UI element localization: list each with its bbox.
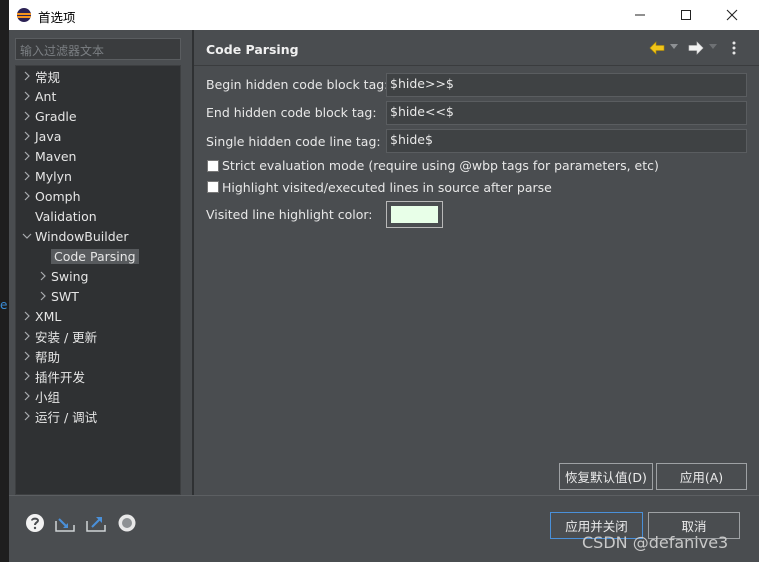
tree-item-gradle[interactable]: Gradle xyxy=(20,106,77,126)
chevron-right-icon[interactable] xyxy=(20,386,34,406)
chevron-right-icon[interactable] xyxy=(20,406,34,426)
chevron-right-icon[interactable] xyxy=(20,326,34,346)
oomph-recorder-icon[interactable] xyxy=(117,513,137,533)
tree-item-label: Swing xyxy=(51,268,89,284)
close-button[interactable] xyxy=(709,0,755,30)
apply-button[interactable]: 应用(A) xyxy=(656,463,747,490)
tree-item-label: Gradle xyxy=(35,108,77,124)
background-window-fragment: e xyxy=(0,298,8,312)
highlight-color-button[interactable] xyxy=(386,201,443,228)
apply-label: 应用(A) xyxy=(679,470,724,485)
chevron-right-icon[interactable] xyxy=(20,306,34,326)
tree-item-label: Oomph xyxy=(35,188,81,204)
chevron-right-icon[interactable] xyxy=(20,86,34,106)
watermark: CSDN @defanive3 xyxy=(582,533,729,552)
tree-item-windowbuilder[interactable]: WindowBuilder xyxy=(20,226,129,246)
strict-mode-checkbox[interactable] xyxy=(207,160,219,172)
back-history-dropdown-icon[interactable] xyxy=(670,44,678,50)
strict-mode-label[interactable]: Strict evaluation mode (require using @w… xyxy=(222,158,659,173)
chevron-right-icon[interactable] xyxy=(36,286,50,306)
tree-item-label: 安装 / 更新 xyxy=(35,329,98,345)
preferences-window: 首选项 输入过滤器文本 常规 Ant Gradle Java Maven Myl… xyxy=(9,0,759,562)
help-icon[interactable] xyxy=(25,513,45,533)
tree-item-team[interactable]: 小组 xyxy=(20,386,60,406)
tree-item-swt[interactable]: SWT xyxy=(36,286,79,306)
tree-item-label: Validation xyxy=(35,208,97,224)
preferences-tree: 常规 Ant Gradle Java Maven Mylyn Oomph Val… xyxy=(15,65,181,495)
chevron-right-icon[interactable] xyxy=(20,186,34,206)
highlight-visited-checkbox[interactable] xyxy=(207,181,219,193)
maximize-button[interactable] xyxy=(663,0,709,30)
tree-item-swing[interactable]: Swing xyxy=(36,266,89,286)
tree-item-java[interactable]: Java xyxy=(20,126,61,146)
restore-defaults-button[interactable]: 恢复默认值(D) xyxy=(559,463,653,490)
tree-item-label: 插件开发 xyxy=(35,369,86,385)
export-icon[interactable] xyxy=(85,513,107,533)
tree-item-label: 运行 / 调试 xyxy=(35,409,98,425)
chevron-right-icon[interactable] xyxy=(20,366,34,386)
filter-input[interactable]: 输入过滤器文本 xyxy=(15,38,181,60)
import-icon[interactable] xyxy=(54,513,76,533)
tree-item-mylyn[interactable]: Mylyn xyxy=(20,166,72,186)
tree-item-label: 常规 xyxy=(35,69,61,85)
page-title: Code Parsing xyxy=(206,42,299,57)
preference-page: Code Parsing Begin hidden code block tag… xyxy=(192,30,759,495)
tree-item-label: WindowBuilder xyxy=(35,228,129,244)
chevron-right-icon[interactable] xyxy=(20,346,34,366)
minimize-icon xyxy=(635,14,645,16)
chevron-right-icon[interactable] xyxy=(36,266,50,286)
end-tag-field[interactable]: $hide<<$ xyxy=(386,101,747,125)
tree-item-oomph[interactable]: Oomph xyxy=(20,186,81,206)
color-swatch xyxy=(391,206,438,223)
title-bar: 首选项 xyxy=(9,0,759,30)
begin-tag-label: Begin hidden code block tag: xyxy=(206,77,389,92)
tree-item-ant[interactable]: Ant xyxy=(20,86,56,106)
view-menu-icon[interactable] xyxy=(732,40,736,56)
chevron-right-icon[interactable] xyxy=(20,66,34,86)
header-separator xyxy=(194,65,759,66)
eclipse-icon xyxy=(17,8,31,22)
tree-item-label: Maven xyxy=(35,148,77,164)
forward-arrow-icon[interactable] xyxy=(688,41,704,55)
chevron-right-icon[interactable] xyxy=(20,146,34,166)
minimize-button[interactable] xyxy=(617,0,663,30)
tree-item-label: Java xyxy=(35,128,62,144)
tree-item-plugin-dev[interactable]: 插件开发 xyxy=(20,366,85,386)
tree-item-label: XML xyxy=(35,308,62,324)
end-tag-label: End hidden code block tag: xyxy=(206,105,377,120)
highlight-visited-label[interactable]: Highlight visited/executed lines in sour… xyxy=(222,180,552,195)
forward-history-dropdown-icon[interactable] xyxy=(709,44,717,50)
tree-item-code-parsing[interactable]: Code Parsing xyxy=(51,246,139,266)
tree-item-label: 帮助 xyxy=(35,349,61,365)
tree-item-label: 小组 xyxy=(35,389,61,405)
maximize-icon xyxy=(681,10,691,20)
chevron-down-icon[interactable] xyxy=(20,226,34,246)
restore-defaults-label: 恢复默认值(D) xyxy=(565,470,647,485)
chevron-right-icon[interactable] xyxy=(20,166,34,186)
tree-item-label: Ant xyxy=(35,88,57,104)
single-tag-field[interactable]: $hide$ xyxy=(386,129,747,153)
tree-item-run-debug[interactable]: 运行 / 调试 xyxy=(20,406,97,426)
highlight-color-label: Visited line highlight color: xyxy=(206,207,373,222)
chevron-right-icon[interactable] xyxy=(20,126,34,146)
back-arrow-icon[interactable] xyxy=(649,41,665,55)
single-tag-label: Single hidden code line tag: xyxy=(206,134,381,149)
tree-item-xml[interactable]: XML xyxy=(20,306,61,326)
tree-item-maven[interactable]: Maven xyxy=(20,146,76,166)
tree-item-install-update[interactable]: 安装 / 更新 xyxy=(20,326,97,346)
tree-item-label: Mylyn xyxy=(35,168,72,184)
tree-item-validation[interactable]: Validation xyxy=(35,206,97,226)
tree-item-general[interactable]: 常规 xyxy=(20,66,60,86)
chevron-right-icon[interactable] xyxy=(20,106,34,126)
tree-item-label: Code Parsing xyxy=(51,248,139,264)
tree-item-help[interactable]: 帮助 xyxy=(20,346,60,366)
tree-item-label: SWT xyxy=(51,288,79,304)
footer-separator xyxy=(9,495,759,496)
close-icon xyxy=(726,9,738,21)
begin-tag-field[interactable]: $hide>>$ xyxy=(386,73,747,97)
window-title: 首选项 xyxy=(38,10,76,25)
